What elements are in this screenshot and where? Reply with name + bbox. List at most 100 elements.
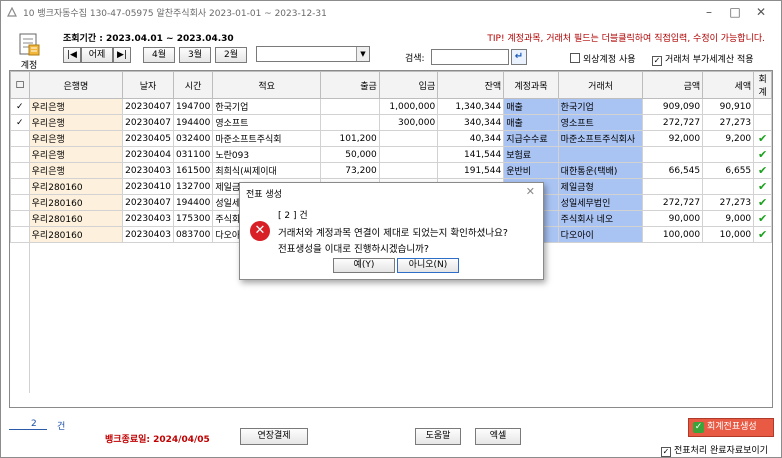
vendor-cell[interactable]: 한국기업 (557, 98, 644, 115)
month-4-button[interactable]: 4월 (143, 47, 175, 63)
empty-cell (29, 303, 122, 318)
dialog-title: 전표 생성 (246, 190, 282, 200)
account-button[interactable]: 계정 (15, 31, 43, 71)
bank-name-cell: 우리은행 (28, 130, 124, 147)
vat-option[interactable]: ✓ 거래처 부가세계산 적용 (652, 52, 754, 66)
memo-cell: 최희식(씨제이대 (212, 162, 321, 179)
header-withdrawal[interactable]: 출금 (319, 71, 380, 99)
empty-cell (558, 288, 643, 303)
row-checkbox[interactable] (10, 130, 30, 147)
account-cell[interactable]: 지급수수료 (503, 130, 559, 147)
window-title: 10 뱅크자동수집 130-47-05975 알찬주식회사 2023-01-01… (23, 9, 327, 19)
vendor-cell[interactable]: 성일세무법인 (557, 194, 644, 211)
header-amount[interactable]: 금액 (642, 71, 704, 99)
table-row[interactable]: ✓ 우리은행 20230407 194700 한국기업 1,000,000 1,340,34… (10, 98, 772, 115)
empty-cell (29, 363, 122, 378)
empty-cell (213, 348, 321, 363)
header-vendor[interactable]: 거래처 (557, 71, 644, 99)
table-row[interactable]: 우리은행 20230405 032400 마준소프트주식회 101,200 40,344 지… (10, 130, 772, 147)
empty-row (10, 348, 772, 363)
vendor-cell[interactable]: 대한통운(택배) (557, 162, 644, 179)
empty-cell (123, 318, 174, 333)
date-cell: 20230407 (122, 194, 174, 211)
account-cell[interactable]: 매출 (503, 98, 559, 115)
nav-first-button[interactable]: |◀ (63, 47, 81, 63)
empty-cell (504, 378, 558, 393)
header-memo[interactable]: 적요 (212, 71, 321, 99)
header-date[interactable]: 날자 (122, 71, 174, 99)
table-row[interactable]: ✓ 우리은행 20230407 194400 영소프트 300,000 340,344 매출 영… (10, 114, 772, 131)
empty-cell (754, 288, 772, 303)
month-3-button[interactable]: 3월 (179, 47, 211, 63)
empty-cell (754, 333, 772, 348)
bank-name-cell: 우리은행 (28, 98, 124, 115)
month-2-button[interactable]: 2월 (215, 47, 247, 63)
header-tax[interactable]: 세액 (702, 71, 755, 99)
vat-checkbox[interactable]: ✓ (652, 56, 662, 66)
vendor-cell[interactable]: 다오아이 (557, 226, 644, 243)
empty-cell (123, 348, 174, 363)
show-completed-option[interactable]: ✓ 전표처리 완료자료보이기 (661, 443, 768, 457)
empty-cell (10, 288, 30, 303)
time-cell: 031100 (172, 146, 214, 163)
row-count: 2 건 (9, 419, 65, 432)
empty-cell (29, 318, 122, 333)
chevron-down-icon[interactable]: ▼ (356, 47, 369, 61)
empty-cell (643, 363, 703, 378)
dialog-yes-button[interactable]: 예(Y) (333, 258, 395, 273)
row-checkbox[interactable] (10, 146, 30, 163)
row-checkbox[interactable] (10, 194, 30, 211)
header-select-all[interactable]: □ (10, 71, 30, 99)
row-checkbox[interactable] (10, 210, 30, 227)
row-checkbox[interactable]: ✓ (10, 98, 30, 115)
foreign-account-option[interactable]: 외상계정 사용 (570, 52, 636, 65)
maximize-button[interactable]: □ (727, 5, 743, 19)
header-time[interactable]: 시간 (172, 71, 214, 99)
minimize-button[interactable]: – (701, 5, 717, 19)
header-account[interactable]: 계정과목 (503, 71, 559, 99)
empty-cell (643, 318, 703, 333)
row-checkbox[interactable] (10, 226, 30, 243)
vendor-cell[interactable]: 영소프트 (557, 114, 644, 131)
table-header-row: □ 은행명 날자 시간 적요 출금 입금 잔액 계정과목 거래처 금액 세액 회… (10, 71, 772, 99)
vendor-cell[interactable] (557, 146, 644, 163)
account-cell[interactable]: 운반비 (503, 162, 559, 179)
row-checkbox[interactable] (10, 178, 30, 195)
dialog-no-button[interactable]: 아니오(N) (397, 258, 459, 273)
vendor-cell[interactable]: 주식회사 네오 (557, 210, 644, 227)
header-accounting[interactable]: 회계 (753, 71, 772, 99)
row-checkbox[interactable] (10, 162, 30, 179)
vendor-cell[interactable]: 제일금형 (557, 178, 644, 195)
withdrawal-cell: 73,200 (319, 162, 380, 179)
header-deposit[interactable]: 입금 (378, 71, 439, 99)
nav-last-button[interactable]: ▶| (113, 47, 131, 63)
table-row[interactable]: 우리은행 20230403 161500 최희식(씨제이대 73,200 191,544 운… (10, 162, 772, 179)
empty-cell (173, 273, 212, 288)
excel-button[interactable]: 엑셀 (475, 428, 521, 445)
balance-cell: 141,544 (437, 146, 505, 163)
row-checkbox[interactable]: ✓ (10, 114, 30, 131)
show-completed-checkbox[interactable]: ✓ (661, 447, 671, 457)
extend-payment-button[interactable]: 연장결제 (240, 428, 308, 445)
show-completed-label: 전표처리 완료자료보이기 (674, 446, 768, 456)
search-button[interactable]: ↵ (511, 49, 527, 65)
header-bank[interactable]: 은행명 (28, 71, 124, 99)
filter-dropdown[interactable]: ▼ (256, 46, 370, 62)
account-cell[interactable]: 보험료 (503, 146, 559, 163)
search-input[interactable] (431, 49, 509, 65)
vendor-cell[interactable]: 마준소프트주식회사 (557, 130, 644, 147)
empty-cell (754, 273, 772, 288)
generate-voucher-button[interactable]: ✓ 회계전표생성 (688, 418, 774, 437)
prev-day-button[interactable]: 어제 (81, 47, 113, 63)
dialog-close-button[interactable]: ✕ (526, 185, 535, 198)
tax-cell: 9,000 (702, 210, 755, 227)
account-cell[interactable]: 매출 (503, 114, 559, 131)
table-row[interactable]: 우리은행 20230404 031100 노란093 50,000 141,544 보험료 ✔ (10, 146, 772, 163)
help-button[interactable]: 도움말 (415, 428, 461, 445)
close-window-button[interactable]: ✕ (753, 5, 769, 19)
foreign-account-checkbox[interactable] (570, 53, 580, 63)
bank-name-cell: 우리280160 (28, 194, 124, 211)
empty-cell (123, 273, 174, 288)
time-cell: 032400 (172, 130, 214, 147)
header-balance[interactable]: 잔액 (437, 71, 505, 99)
